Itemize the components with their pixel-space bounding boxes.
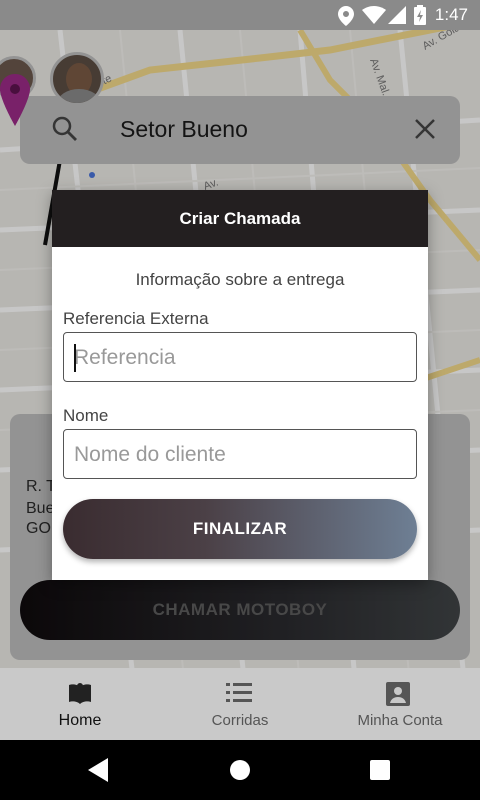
nav-item-home[interactable]: Home (0, 668, 160, 740)
text-caret (74, 344, 76, 372)
home-icon[interactable] (229, 759, 251, 781)
list-icon (226, 683, 252, 702)
name-label: Nome (63, 406, 109, 425)
create-call-dialog: Criar Chamada Informação sobre a entrega… (52, 190, 428, 580)
reference-placeholder: Referencia (74, 346, 176, 369)
back-icon[interactable] (88, 758, 110, 782)
wifi-icon (362, 6, 386, 24)
account-box-icon (386, 682, 410, 706)
battery-charging-icon (414, 5, 426, 25)
status-bar: 1:47 (0, 0, 480, 30)
name-placeholder: Nome do cliente (74, 443, 226, 466)
book-icon (69, 683, 91, 704)
dialog-title: Criar Chamada (52, 190, 428, 247)
bottom-navigation: Home Corridas Minha Conta (0, 668, 480, 740)
nav-label-corridas: Corridas (211, 712, 269, 729)
finalize-button[interactable]: FINALIZAR (63, 499, 417, 559)
signal-icon (388, 6, 406, 24)
nav-item-minha-conta[interactable]: Minha Conta (320, 668, 480, 740)
status-time: 1:47 (434, 5, 468, 24)
location-icon (338, 6, 354, 26)
reference-input[interactable]: Referencia (63, 332, 417, 382)
dialog-subtitle: Informação sobre a entrega (135, 270, 345, 289)
nav-label-minha-conta: Minha Conta (357, 712, 443, 729)
customer-name-input[interactable]: Nome do cliente (63, 429, 417, 479)
nav-label-home: Home (58, 712, 102, 729)
recents-icon[interactable] (370, 760, 390, 780)
reference-label: Referencia Externa (63, 309, 209, 328)
nav-item-corridas[interactable]: Corridas (160, 668, 320, 740)
system-navigation-bar (0, 740, 480, 800)
